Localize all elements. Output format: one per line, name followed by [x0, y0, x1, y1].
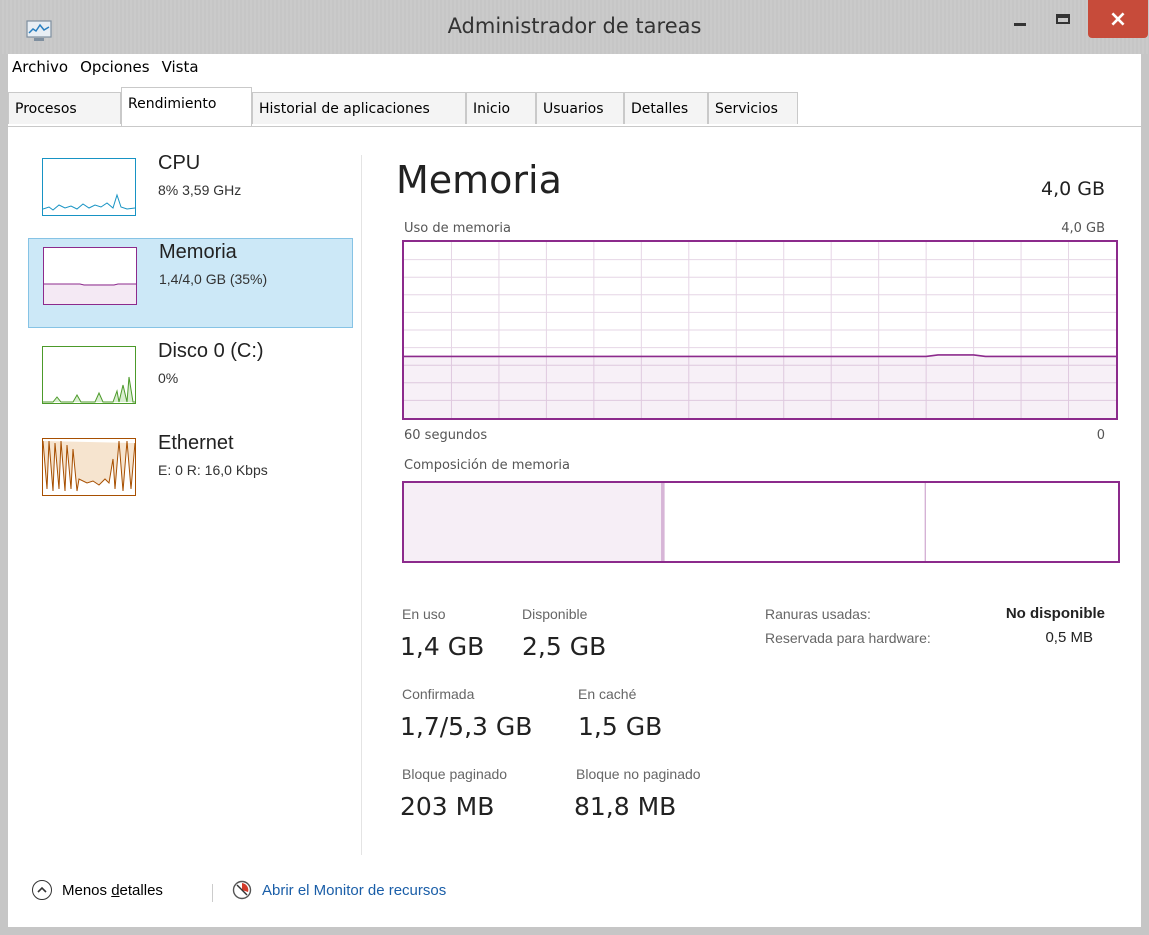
- title-bar[interactable]: Administrador de tareas ×: [0, 0, 1149, 54]
- disponible-label: Disponible: [522, 606, 588, 622]
- ranuras-value: No disponible: [1005, 605, 1105, 622]
- tab-servicios[interactable]: Servicios: [708, 92, 798, 124]
- cpu-sub: 8% 3,59 GHz: [158, 182, 242, 198]
- minimize-button[interactable]: [1002, 0, 1038, 38]
- tab-bar: Procesos Rendimiento Historial de aplica…: [8, 80, 1141, 127]
- cpu-name: CPU: [158, 152, 201, 174]
- sidebar-divider: [361, 155, 362, 855]
- en-cache-label: En caché: [578, 686, 637, 702]
- resource-monitor-icon: [232, 880, 252, 900]
- task-manager-window: Administrador de tareas × Archivo Opcion…: [0, 0, 1149, 935]
- disco-name: Disco 0 (C:): [158, 340, 264, 362]
- no-paginado-value: 81,8 MB: [574, 792, 677, 821]
- tab-detalles[interactable]: Detalles: [624, 92, 708, 124]
- window-title: Administrador de tareas: [447, 14, 702, 38]
- memory-total: 4,0 GB: [1040, 178, 1105, 200]
- paginado-value: 203 MB: [400, 792, 495, 821]
- chevron-up-icon: [32, 880, 52, 900]
- usage-area: [404, 356, 1116, 418]
- reservada-value: 0,5 MB: [1045, 629, 1093, 646]
- tab-usuarios[interactable]: Usuarios: [536, 92, 624, 124]
- close-icon: ×: [1108, 6, 1128, 32]
- menu-vista[interactable]: Vista: [162, 54, 199, 80]
- maximize-button[interactable]: [1042, 0, 1084, 38]
- close-button[interactable]: ×: [1088, 0, 1148, 38]
- memory-usage-graph: [402, 240, 1118, 420]
- confirmada-value: 1,7/5,3 GB: [400, 712, 533, 741]
- no-paginado-label: Bloque no paginado: [576, 766, 701, 782]
- sidebar-item-memoria[interactable]: Memoria 1,4/4,0 GB (35%): [28, 238, 353, 328]
- composition-label: Composición de memoria: [404, 458, 570, 473]
- cpu-thumbnail-graph: [42, 158, 136, 216]
- ethernet-name: Ethernet: [158, 432, 234, 454]
- tab-inicio[interactable]: Inicio: [466, 92, 536, 124]
- menu-opciones[interactable]: Opciones: [80, 54, 149, 80]
- memory-composition-svg: [404, 483, 926, 561]
- paginado-label: Bloque paginado: [402, 766, 508, 782]
- menu-bar: Archivo Opciones Vista: [8, 54, 1141, 80]
- open-resource-monitor-label: Abrir el Monitor de recursos: [262, 881, 447, 899]
- en-uso-label: En uso: [402, 606, 446, 622]
- disk-thumbnail-graph: [42, 346, 136, 404]
- sidebar-item-cpu[interactable]: CPU 8% 3,59 GHz: [28, 150, 353, 240]
- ethernet-thumbnail-graph: [42, 438, 136, 496]
- time-axis-left: 60 segundos: [404, 428, 488, 443]
- memory-usage-svg: [404, 242, 1116, 418]
- en-cache-value: 1,5 GB: [578, 712, 663, 741]
- page-title: Memoria: [396, 158, 562, 202]
- fewer-details-button[interactable]: Menos detalles: [32, 880, 163, 900]
- disponible-value: 2,5 GB: [522, 632, 607, 661]
- tab-procesos[interactable]: Procesos: [8, 92, 121, 124]
- composition-in-use[interactable]: [404, 483, 662, 561]
- composition-modified[interactable]: [661, 483, 665, 561]
- memory-thumbnail-graph: [43, 247, 137, 305]
- confirmada-label: Confirmada: [402, 686, 475, 702]
- footer: Menos detalles Abrir el Monitor de recur…: [8, 870, 708, 910]
- usage-max-label: 4,0 GB: [1061, 221, 1105, 236]
- disco-sub: 0%: [158, 370, 179, 386]
- memory-composition-bar[interactable]: [402, 481, 1120, 563]
- menu-archivo[interactable]: Archivo: [12, 54, 68, 80]
- resource-sidebar: CPU 8% 3,59 GHz Memoria 1,4/4,0 GB (35%)…: [8, 150, 353, 610]
- ethernet-sub: E: 0 R: 16,0 Kbps: [158, 462, 268, 478]
- reservada-label: Reservada para hardware:: [765, 630, 931, 646]
- sidebar-item-ethernet[interactable]: Ethernet E: 0 R: 16,0 Kbps: [28, 430, 353, 520]
- memoria-sub: 1,4/4,0 GB (35%): [159, 271, 268, 287]
- footer-separator: [212, 884, 213, 902]
- tab-rendimiento[interactable]: Rendimiento: [121, 87, 252, 126]
- open-resource-monitor-link[interactable]: Abrir el Monitor de recursos: [232, 880, 446, 900]
- fewer-details-label: Menos detalles: [62, 881, 163, 899]
- time-axis-right: 0: [1096, 428, 1105, 443]
- usage-line: [404, 354, 1116, 358]
- en-uso-value: 1,4 GB: [400, 632, 485, 661]
- ranuras-label: Ranuras usadas:: [765, 606, 871, 622]
- usage-label: Uso de memoria: [404, 221, 511, 236]
- sidebar-item-disco[interactable]: Disco 0 (C:) 0%: [28, 338, 353, 428]
- tab-historial[interactable]: Historial de aplicaciones: [252, 92, 466, 124]
- memoria-name: Memoria: [159, 241, 237, 263]
